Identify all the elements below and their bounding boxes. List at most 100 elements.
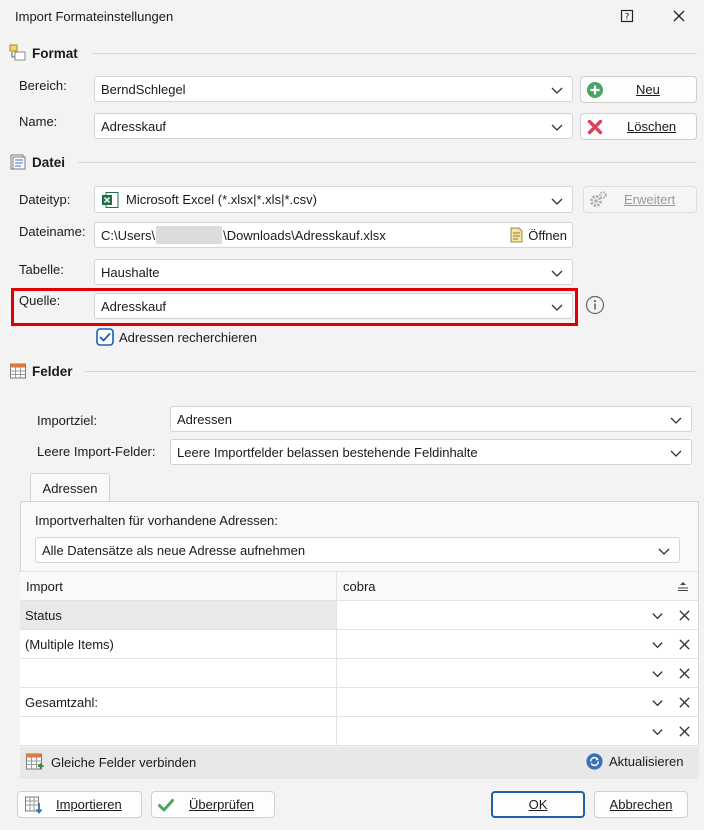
bereich-value: BerndSchlegel: [101, 81, 186, 97]
loeschen-label: Löschen: [627, 119, 677, 134]
add-icon: [587, 81, 603, 98]
aktualisieren-button[interactable]: Aktualisieren: [585, 752, 683, 771]
loeschen-button[interactable]: Löschen: [580, 113, 697, 140]
datei-heading: Datei: [9, 153, 65, 171]
divider: [78, 162, 697, 163]
datei-icon: [10, 154, 26, 170]
clear-icon[interactable]: [678, 667, 691, 680]
check-icon: [158, 798, 174, 811]
redacted-username: [156, 226, 223, 244]
row-selected-bg: [20, 601, 336, 629]
leere-label: Leere Import-Felder:: [37, 444, 156, 459]
quelle-value: Adresskauf: [101, 298, 167, 314]
quelle-label: Quelle:: [19, 293, 61, 308]
name-select[interactable]: Adresskauf: [94, 113, 573, 139]
dateityp-select[interactable]: Microsoft Excel (*.xlsx|*.xls|*.csv): [94, 186, 573, 213]
chevron-down-icon[interactable]: [651, 667, 664, 680]
sort-icon[interactable]: [676, 580, 690, 592]
clear-icon[interactable]: [678, 725, 691, 738]
erweitert-button[interactable]: Erweitert: [583, 186, 697, 213]
erweitert-label: Erweitert: [624, 192, 676, 207]
chevron-down-icon: [658, 548, 670, 555]
chevron-down-icon[interactable]: [651, 609, 664, 622]
gear-icon: [590, 190, 607, 207]
felder-icon: [10, 363, 26, 379]
import-cell: Gesamtzahl:: [25, 695, 98, 710]
bereich-select[interactable]: BerndSchlegel: [94, 76, 573, 102]
open-file-icon: [510, 227, 523, 243]
tabelle-label: Tabelle:: [19, 262, 64, 277]
help-button[interactable]: ?: [612, 4, 642, 28]
merge-fields-icon: [26, 753, 44, 770]
info-button[interactable]: [585, 295, 605, 318]
checkbox-icon: [96, 328, 114, 346]
table-row[interactable]: (Multiple Items): [20, 630, 698, 659]
recherche-checkbox[interactable]: Adressen recherchieren: [96, 328, 257, 346]
ueberpruefen-label: Überprüfen: [189, 797, 255, 812]
verhalten-label: Importverhalten für vorhandene Adressen:: [35, 513, 278, 528]
chevron-down-icon[interactable]: [651, 638, 664, 651]
table-row[interactable]: [20, 659, 698, 688]
importieren-label: Importieren: [56, 797, 122, 812]
format-heading-text: Format: [32, 45, 78, 61]
importieren-button[interactable]: Importieren: [17, 791, 142, 818]
chevron-down-icon: [551, 124, 563, 131]
table-row[interactable]: Status: [20, 601, 698, 630]
verbinden-label: Gleiche Felder verbinden: [51, 754, 197, 770]
clear-icon[interactable]: [678, 696, 691, 709]
clear-icon[interactable]: [678, 638, 691, 651]
col-cobra-header[interactable]: cobra: [343, 572, 376, 601]
format-icon: [9, 44, 26, 61]
dateiname-field[interactable]: C:\Users\ \Downloads\Adresskauf.xlsx Öff…: [94, 222, 573, 248]
col-import-header[interactable]: Import: [26, 572, 63, 601]
chevron-down-icon: [670, 417, 682, 424]
verhalten-value: Alle Datensätze als neue Adresse aufnehm…: [42, 542, 306, 558]
import-cell: (Multiple Items): [25, 637, 114, 652]
felder-heading-text: Felder: [32, 363, 73, 379]
oeffnen-button[interactable]: Öffnen: [509, 227, 567, 243]
neu-label: Neu: [636, 82, 660, 97]
excel-icon: [102, 191, 119, 208]
ok-label: OK: [528, 797, 548, 812]
column-divider: [336, 659, 337, 688]
tabelle-select[interactable]: Haushalte: [94, 259, 573, 285]
quelle-select[interactable]: Adresskauf: [94, 293, 573, 319]
importziel-value: Adressen: [177, 411, 232, 427]
dateiname-prefix: C:\Users\: [101, 227, 156, 243]
importziel-label: Importziel:: [37, 413, 97, 428]
format-heading: Format: [9, 44, 78, 62]
verhalten-select[interactable]: Alle Datensätze als neue Adresse aufnehm…: [35, 537, 680, 563]
divider: [92, 53, 697, 54]
column-divider: [336, 601, 337, 630]
dateiname-suffix: \Downloads\Adresskauf.xlsx: [223, 227, 386, 243]
tab-adressen[interactable]: Adressen: [30, 473, 110, 502]
abbrechen-label: Abbrechen: [609, 797, 673, 812]
delete-icon: [587, 119, 603, 134]
ueberpruefen-button[interactable]: Überprüfen: [151, 791, 275, 818]
table-row[interactable]: Gesamtzahl:: [20, 688, 698, 717]
clear-icon[interactable]: [678, 609, 691, 622]
neu-button[interactable]: Neu: [580, 76, 697, 103]
ok-button[interactable]: OK: [491, 791, 585, 818]
chevron-down-icon[interactable]: [651, 725, 664, 738]
column-divider: [336, 630, 337, 659]
leere-value: Leere Importfelder belassen bestehende F…: [177, 444, 478, 460]
table-row[interactable]: [20, 717, 698, 746]
tabelle-value: Haushalte: [101, 264, 160, 280]
recherche-label: Adressen recherchieren: [119, 329, 258, 345]
divider: [85, 371, 697, 372]
importziel-select[interactable]: Adressen: [170, 406, 692, 432]
dateiname-label: Dateiname:: [19, 224, 86, 239]
name-label: Name:: [19, 114, 58, 129]
close-icon: [673, 10, 685, 22]
dateityp-label: Dateityp:: [19, 192, 71, 207]
leere-select[interactable]: Leere Importfelder belassen bestehende F…: [170, 439, 692, 465]
chevron-down-icon[interactable]: [651, 696, 664, 709]
verbinden-button[interactable]: Gleiche Felder verbinden: [25, 752, 196, 772]
oeffnen-label: Öffnen: [528, 227, 567, 243]
window-title: Import Formateinstellungen: [15, 9, 174, 24]
aktualisieren-label: Aktualisieren: [609, 754, 684, 769]
abbrechen-button[interactable]: Abbrechen: [594, 791, 688, 818]
tab-adressen-label: Adressen: [42, 480, 98, 496]
close-button[interactable]: [664, 4, 694, 28]
